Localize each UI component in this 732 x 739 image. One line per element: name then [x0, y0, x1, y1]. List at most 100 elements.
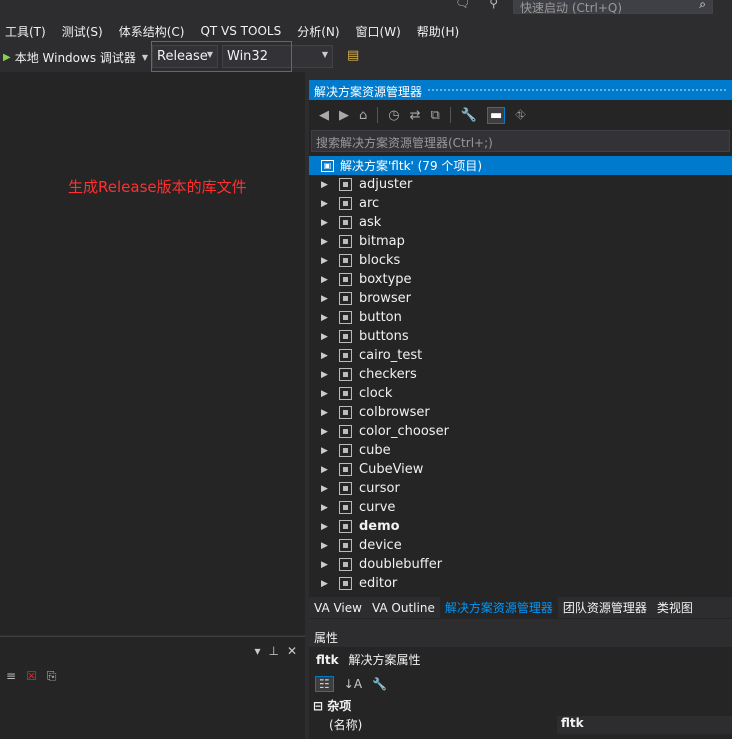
- property-value[interactable]: fltk: [557, 716, 732, 734]
- solution-root[interactable]: ▣ 解决方案'fltk' (79 个项目): [309, 156, 732, 175]
- tree-item[interactable]: ▶ device: [309, 536, 732, 555]
- tree-item[interactable]: ▶ boxtype: [309, 270, 732, 289]
- chevron-down-icon[interactable]: ▾: [254, 644, 260, 658]
- alphabetical-icon[interactable]: ↓A: [344, 677, 362, 691]
- expand-icon[interactable]: ▶: [321, 256, 329, 266]
- bottom-panel-toolbar: ≡ ☒ ⎘: [0, 664, 305, 688]
- tree-item[interactable]: ▶ button: [309, 308, 732, 327]
- panel-tab[interactable]: 团队资源管理器: [558, 597, 652, 618]
- expand-icon[interactable]: ▶: [321, 408, 329, 418]
- tree-item-label: ask: [359, 215, 382, 230]
- expand-icon[interactable]: ▶: [321, 427, 329, 437]
- tree-item[interactable]: ▶ clock: [309, 384, 732, 403]
- object-type: 解决方案属性: [348, 653, 421, 667]
- align-icon[interactable]: ≡: [6, 669, 16, 683]
- solution-root-label: 解决方案'fltk' (79 个项目): [340, 159, 483, 173]
- expand-icon[interactable]: ▶: [321, 484, 329, 494]
- folder-icon[interactable]: ▤: [347, 48, 359, 63]
- expand-icon[interactable]: ▶: [321, 560, 329, 570]
- expand-icon[interactable]: ▶: [321, 275, 329, 285]
- tree-item[interactable]: ▶ adjuster: [309, 175, 732, 194]
- tree-item[interactable]: ▶ blocks: [309, 251, 732, 270]
- close-icon[interactable]: ✕: [287, 644, 297, 658]
- tree-item-label: cube: [359, 443, 391, 458]
- start-debug-icon[interactable]: ▶: [3, 52, 11, 63]
- properties-wrench-icon[interactable]: 🔧: [461, 108, 477, 123]
- tree-item[interactable]: ▶ cube: [309, 441, 732, 460]
- panel-tab[interactable]: VA Outline: [367, 599, 440, 617]
- expand-icon[interactable]: ▶: [321, 199, 329, 209]
- panel-tab[interactable]: 类视图: [652, 597, 698, 618]
- expand-icon[interactable]: ▶: [321, 522, 329, 532]
- solution-search-input[interactable]: 搜索解决方案资源管理器(Ctrl+;): [311, 130, 730, 152]
- history-icon[interactable]: ◷: [388, 108, 399, 123]
- menu-item[interactable]: 测试(S): [57, 23, 111, 40]
- home-icon[interactable]: ⌂: [359, 108, 367, 123]
- chevron-down-icon[interactable]: ▼: [142, 53, 148, 62]
- expand-icon[interactable]: ▶: [321, 218, 329, 228]
- divider: [449, 107, 451, 123]
- expand-icon[interactable]: ▶: [321, 541, 329, 551]
- tree-item[interactable]: ▶ ask: [309, 213, 732, 232]
- expand-icon[interactable]: ▶: [321, 465, 329, 475]
- tree-item-label: arc: [359, 196, 380, 211]
- debugger-button[interactable]: 本地 Windows 调试器: [15, 49, 136, 66]
- properties-object[interactable]: fltk 解决方案属性: [309, 647, 732, 671]
- menu-item[interactable]: 工具(T): [0, 23, 54, 40]
- expand-icon[interactable]: ▶: [321, 351, 329, 361]
- pin-icon[interactable]: ⊥: [268, 644, 278, 658]
- panel-tab[interactable]: 解决方案资源管理器: [439, 597, 558, 618]
- collapse-all-icon[interactable]: ⧉: [431, 108, 440, 123]
- expand-icon[interactable]: ▶: [321, 446, 329, 456]
- tree-item[interactable]: ▶ checkers: [309, 365, 732, 384]
- tree-item[interactable]: ▶ arc: [309, 194, 732, 213]
- sync-icon[interactable]: ⇄: [410, 108, 421, 123]
- menu-item[interactable]: 体系结构(C): [114, 23, 193, 40]
- expand-icon[interactable]: ▶: [321, 180, 329, 190]
- menu-item[interactable]: 窗口(W): [351, 23, 409, 40]
- wrap-icon[interactable]: ⎘: [47, 669, 57, 684]
- tree-item[interactable]: ▶ cairo_test: [309, 346, 732, 365]
- quick-launch-input[interactable]: 快速启动 (Ctrl+Q) ⌕: [513, 0, 713, 15]
- expand-icon[interactable]: ▶: [321, 237, 329, 247]
- property-category[interactable]: ⊟ 杂项: [309, 697, 732, 716]
- tree-item[interactable]: ▶ bitmap: [309, 232, 732, 251]
- expand-icon[interactable]: ▶: [321, 579, 329, 589]
- editor-area[interactable]: [0, 72, 308, 635]
- menu-item[interactable]: 帮助(H): [412, 23, 467, 40]
- tree-item[interactable]: ▶ doublebuffer: [309, 555, 732, 574]
- search-placeholder: 搜索解决方案资源管理器(Ctrl+;): [316, 136, 493, 150]
- tree-item[interactable]: ▶ CubeView: [309, 460, 732, 479]
- tree-item[interactable]: ▶ buttons: [309, 327, 732, 346]
- back-icon[interactable]: ◀: [319, 108, 329, 123]
- tree-item[interactable]: ▶ editor: [309, 574, 732, 593]
- tree-item[interactable]: ▶ browser: [309, 289, 732, 308]
- project-icon: [339, 406, 352, 419]
- menu-item[interactable]: QT VS TOOLS: [195, 24, 289, 38]
- expand-icon[interactable]: ▶: [321, 503, 329, 513]
- tree-item-label: editor: [359, 576, 398, 591]
- panel-tab[interactable]: VA View: [309, 599, 367, 617]
- preview-toggle-icon[interactable]: ▬: [487, 106, 506, 124]
- property-row[interactable]: (名称) fltk: [309, 716, 732, 734]
- solution-explorer: 解决方案资源管理器 ◀ ▶ ⌂ ◷ ⇄ ⧉ 🔧 ▬ ⛗ 搜索解决方案资源管理器(…: [309, 80, 732, 619]
- expand-icon[interactable]: ▶: [321, 332, 329, 342]
- main-toolbar: ▶ 本地 Windows 调试器 ▼: [0, 42, 732, 72]
- notification-icon[interactable]: 🗨 ⚲: [455, 0, 498, 10]
- tree-item[interactable]: ▶ colbrowser: [309, 403, 732, 422]
- project-icon: [339, 577, 352, 590]
- menu-item[interactable]: 分析(N): [292, 23, 347, 40]
- clear-icon[interactable]: ☒: [26, 669, 37, 683]
- tree-item[interactable]: ▶ curve: [309, 498, 732, 517]
- tree-item[interactable]: ▶ cursor: [309, 479, 732, 498]
- expand-icon[interactable]: ▶: [321, 294, 329, 304]
- expand-icon[interactable]: ▶: [321, 370, 329, 380]
- tree-item[interactable]: ▶ demo: [309, 517, 732, 536]
- class-diagram-icon[interactable]: ⛗: [515, 108, 525, 123]
- wrench-icon[interactable]: 🔧: [372, 677, 387, 691]
- forward-icon[interactable]: ▶: [339, 108, 349, 123]
- tree-item[interactable]: ▶ color_chooser: [309, 422, 732, 441]
- expand-icon[interactable]: ▶: [321, 313, 329, 323]
- expand-icon[interactable]: ▶: [321, 389, 329, 399]
- categorized-icon[interactable]: ☷: [315, 676, 334, 692]
